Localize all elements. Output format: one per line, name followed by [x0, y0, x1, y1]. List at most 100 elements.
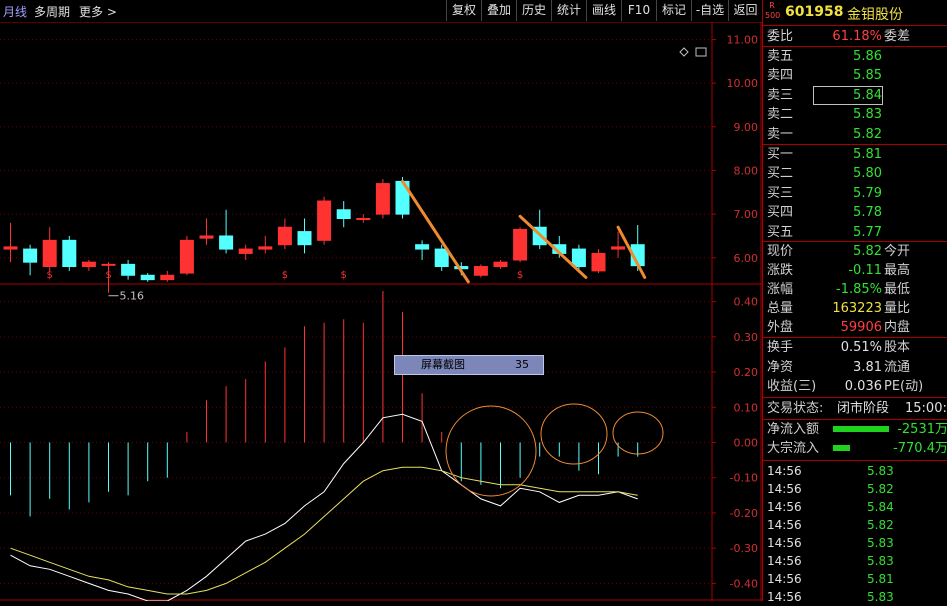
candle-body: [3, 246, 18, 250]
more-button[interactable]: 更多 >: [79, 3, 117, 20]
macd-tick-label: 0.10: [734, 401, 759, 414]
ask-row[interactable]: 卖二 5.83: [763, 105, 947, 124]
quote-row: 外盘 59906 内盘: [767, 320, 911, 335]
candle-body: [336, 209, 351, 219]
ask-row[interactable]: 卖四 5.85: [763, 66, 947, 85]
bid-row[interactable]: 买一 5.81: [763, 145, 947, 164]
chart-grid: [0, 22, 762, 601]
screenshot-tooltip: 屏幕截图 35: [394, 355, 544, 375]
ask-price: 5.86: [853, 49, 882, 64]
price-tick-label: 8.00: [734, 164, 759, 177]
macd-tick-label: 0.20: [734, 366, 759, 379]
quote-row: 涨跌 -0.11 最高: [767, 263, 911, 278]
tooltip-label: 屏幕截图: [421, 358, 465, 371]
multi-period-button[interactable]: 多周期: [34, 3, 70, 20]
bid-price: 5.77: [853, 224, 882, 240]
price-tick-label: 6.00: [734, 252, 759, 265]
bid-price: 5.80: [853, 166, 882, 182]
bid-label: 买一: [767, 147, 794, 162]
tick-row: 14:56 5.83: [767, 554, 894, 568]
dividend-marker: $: [105, 270, 111, 281]
bid-row[interactable]: 买五 5.77: [763, 223, 947, 242]
period-label[interactable]: 月线: [3, 3, 27, 20]
bid-label: 买四: [767, 205, 794, 221]
dea-line: [10, 466, 638, 595]
low-annotation: 5.16: [120, 290, 145, 303]
ask-row[interactable]: 卖五 5.86: [763, 47, 947, 66]
candle-body: [160, 274, 175, 281]
price-tick-label: 11.00: [727, 33, 759, 46]
chart-toolbar: 月线 多周期 更多 > 复权 叠加 历史 统计 画线 F10 标记 -自选 返回: [0, 0, 762, 23]
tick-row: 14:56 5.82: [767, 482, 894, 496]
bid-row[interactable]: 买二 5.80: [763, 164, 947, 183]
block-inflow-bar: [833, 445, 850, 451]
history-button[interactable]: 历史: [516, 0, 551, 21]
price-tick-label: 9.00: [734, 121, 759, 134]
macd-tick-label: 0.30: [734, 331, 759, 344]
circle-annotation: [540, 403, 608, 465]
overlay-button[interactable]: 叠加: [481, 0, 516, 21]
tick-row: 14:56 5.84: [767, 500, 894, 514]
quote-row: 涨幅 -1.85% 最低: [767, 282, 911, 297]
stats-button[interactable]: 统计: [551, 0, 586, 21]
candle-body: [179, 239, 194, 274]
quote-row: 现价 5.82 今开: [767, 244, 911, 259]
tooltip-value: 35: [515, 358, 529, 371]
f10-button[interactable]: F10: [621, 0, 656, 21]
candle-body: [356, 218, 371, 220]
net-inflow-bar: [833, 426, 889, 432]
tick-row: 14:56 5.83: [767, 536, 894, 550]
candle-body: [375, 183, 390, 215]
macd-tick-label: -0.20: [730, 507, 758, 520]
bid-row[interactable]: 买三 5.79: [763, 184, 947, 203]
kline-chart[interactable]: $ $ $ $ $ 11.00 10.00 9.00 8.00 7.00 6.00 0.40 0.30…: [0, 22, 762, 601]
bid-price: 5.78: [853, 205, 882, 221]
macd-tick-label: 0.40: [734, 296, 759, 309]
candle-body: [42, 239, 57, 268]
circle-annotation: [445, 405, 537, 497]
ask-price: 5.83: [853, 107, 882, 123]
candle-body: [591, 252, 606, 272]
ask-label: 卖二: [767, 107, 794, 123]
fq-button[interactable]: 复权: [446, 0, 481, 21]
candle-body: [571, 248, 586, 268]
candle-body: [121, 263, 136, 276]
price-tick-label: 10.00: [727, 77, 759, 90]
mark-button[interactable]: 标记: [656, 0, 691, 21]
candle-body: [101, 263, 116, 266]
macd-tick-label: -0.40: [730, 577, 758, 590]
ask-row[interactable]: 卖一 5.82: [763, 125, 947, 144]
trade-status-row: 交易状态: 闭市阶段 15:00:0: [767, 401, 947, 416]
square-icon: [695, 47, 707, 57]
diamond-icon: [679, 47, 689, 57]
watchlist-button[interactable]: -自选: [691, 0, 728, 21]
candle-body: [238, 248, 253, 254]
candle-body: [317, 200, 332, 241]
macd-tick-label: 0.00: [734, 437, 759, 450]
block-inflow-row: 大宗流入 -770.4万: [767, 441, 947, 456]
candlestick-series: $ $ $ $ $: [3, 177, 645, 293]
quote-panel: R 500 601958 金钼股份 委比 61.18% 委差 卖五 5.86 卖四 5.…: [762, 0, 947, 604]
back-button[interactable]: 返回: [728, 0, 762, 21]
dividend-marker: $: [282, 270, 288, 281]
candle-body: [219, 235, 234, 250]
selected-ask-highlight: [813, 86, 883, 105]
bid-price: 5.81: [853, 147, 882, 162]
dividend-marker: $: [517, 270, 523, 281]
fundamental-row: 换手 0.51% 股本: [767, 340, 911, 355]
chevron-right-icon: >: [106, 5, 117, 19]
tick-row: 14:56 5.81: [767, 572, 894, 586]
candle-body: [297, 231, 312, 246]
ask-label: 卖四: [767, 68, 794, 84]
candle-body: [493, 261, 508, 268]
bid-row[interactable]: 买四 5.78: [763, 203, 947, 222]
macd-tick-label: -0.10: [730, 472, 758, 485]
price-tick-label: 7.00: [734, 208, 759, 221]
bid-label: 买三: [767, 185, 794, 201]
candle-body: [611, 246, 626, 250]
candle-body: [140, 274, 155, 281]
trend-line: [518, 214, 588, 279]
draw-button[interactable]: 画线: [586, 0, 621, 21]
ask-label: 卖五: [767, 49, 794, 64]
quote-row: 总量 163223 量比: [767, 301, 911, 316]
